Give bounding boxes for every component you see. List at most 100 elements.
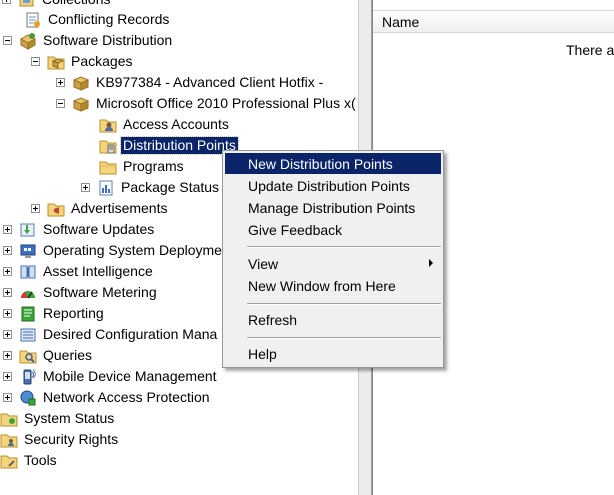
reporting-icon	[19, 305, 37, 323]
tree-item-software-metering[interactable]: Software Metering	[3, 282, 159, 303]
collections-icon	[18, 0, 36, 9]
conflict-icon	[24, 11, 42, 29]
expand-icon[interactable]	[2, 0, 11, 4]
tree-item-label: Programs	[123, 158, 184, 174]
network-access-icon	[19, 389, 37, 407]
tree-item-queries[interactable]: Queries	[3, 345, 94, 366]
tree-item-label: Reporting	[43, 305, 104, 321]
tree-item-programs[interactable]: Programs	[99, 156, 186, 177]
tree-item-label: Access Accounts	[123, 116, 229, 132]
access-accounts-icon	[99, 116, 117, 134]
tree-item-label: Operating System Deployme	[43, 242, 222, 258]
tree-item-tools[interactable]: Tools	[0, 450, 59, 471]
package-icon	[72, 95, 90, 113]
expand-icon[interactable]	[3, 372, 12, 381]
system-status-icon	[0, 410, 18, 428]
collapse-icon[interactable]	[31, 57, 40, 66]
tree-item-mobile-device[interactable]: Mobile Device Management	[3, 366, 219, 387]
queries-icon	[19, 347, 37, 365]
software-updates-icon	[19, 221, 37, 239]
tree-item-label: Tools	[24, 452, 57, 468]
context-menu: New Distribution Points Update Distribut…	[222, 150, 444, 368]
tools-icon	[0, 452, 18, 470]
column-header-label: Name	[382, 14, 420, 30]
tree-item-security-rights[interactable]: Security Rights	[0, 429, 120, 450]
tree-item-conflicting-records[interactable]: Conflicting Records	[24, 9, 171, 30]
package-status-icon	[97, 179, 115, 197]
desired-configuration-icon	[19, 326, 37, 344]
tree-item-access-accounts[interactable]: Access Accounts	[99, 114, 231, 135]
expand-icon[interactable]	[56, 78, 65, 87]
tree-item-label: Network Access Protection	[43, 389, 210, 405]
tree-item-system-status[interactable]: System Status	[0, 408, 116, 429]
menu-item-view[interactable]: View	[225, 253, 441, 274]
tree-item-label: Collections	[40, 0, 112, 8]
menu-separator	[247, 246, 441, 248]
menu-item-new-window-from-here[interactable]: New Window from Here	[225, 275, 441, 296]
asset-intelligence-icon	[19, 263, 37, 281]
expand-icon[interactable]	[3, 225, 12, 234]
tree-item-label: Software Distribution	[43, 32, 173, 48]
tree-item-label: Queries	[43, 347, 93, 363]
menu-separator	[247, 303, 441, 305]
expand-icon[interactable]	[3, 330, 12, 339]
tree-item-label: Desired Configuration Mana	[43, 326, 218, 342]
advertisements-icon	[47, 200, 65, 218]
menu-item-give-feedback[interactable]: Give Feedback	[225, 219, 441, 240]
packages-folder-icon	[47, 53, 65, 71]
tree-item-label: Software Updates	[43, 221, 155, 237]
expand-icon[interactable]	[3, 246, 12, 255]
package-icon	[72, 74, 90, 92]
software-metering-icon	[19, 284, 37, 302]
collapse-icon[interactable]	[3, 36, 12, 45]
tree-item-label: Packages	[71, 53, 133, 69]
menu-separator	[247, 337, 441, 339]
menu-item-refresh[interactable]: Refresh	[225, 309, 441, 330]
submenu-arrow-icon	[429, 259, 433, 267]
tree-item-label: Mobile Device Management	[43, 368, 217, 384]
tree-item-packages[interactable]: Packages	[31, 51, 134, 72]
tree-item-label: Security Rights	[24, 431, 119, 447]
tree-item-advertisements[interactable]: Advertisements	[31, 198, 169, 219]
tree-item-label: Asset Intelligence	[43, 263, 153, 279]
tree-item-desired-configuration[interactable]: Desired Configuration Mana	[3, 324, 219, 345]
tree-item-network-access[interactable]: Network Access Protection	[3, 387, 212, 408]
tree-item-label: Distribution Points	[120, 136, 239, 155]
tree-item-label: Conflicting Records	[48, 11, 170, 27]
folder-icon	[99, 158, 117, 176]
menu-item-new-distribution-points[interactable]: New Distribution Points	[225, 153, 441, 174]
tree-item-label: System Status	[24, 410, 115, 426]
tree-item-office-2010[interactable]: Microsoft Office 2010 Professional Plus …	[56, 93, 358, 114]
tree-item-label: Package Status	[121, 179, 220, 195]
menu-item-update-distribution-points[interactable]: Update Distribution Points	[225, 175, 441, 196]
expand-icon[interactable]	[3, 309, 12, 318]
menu-item-manage-distribution-points[interactable]: Manage Distribution Points	[225, 197, 441, 218]
tree-item-label: Software Metering	[43, 284, 157, 300]
expand-icon[interactable]	[81, 183, 90, 192]
menu-item-help[interactable]: Help	[225, 343, 441, 364]
tree-item-reporting[interactable]: Reporting	[3, 303, 106, 324]
tree-item-label: Microsoft Office 2010 Professional Plus …	[96, 95, 356, 111]
tree-item-label: Advertisements	[71, 200, 168, 216]
tree-item-kb977384[interactable]: KB977384 - Advanced Client Hotfix -	[56, 72, 325, 93]
expand-icon[interactable]	[3, 393, 12, 402]
expand-icon[interactable]	[3, 267, 12, 276]
tree-item-asset-intelligence[interactable]: Asset Intelligence	[3, 261, 155, 282]
expand-icon[interactable]	[3, 288, 12, 297]
collapse-icon[interactable]	[56, 99, 65, 108]
expand-icon[interactable]	[3, 351, 12, 360]
tree-item-os-deployment[interactable]: Operating System Deployme	[3, 240, 224, 261]
expand-icon[interactable]	[31, 204, 40, 213]
tree-item-software-distribution[interactable]: Software Distribution	[3, 30, 174, 51]
tree-item-label: KB977384 - Advanced Client Hotfix -	[96, 74, 324, 90]
security-rights-icon	[0, 431, 18, 449]
os-deployment-icon	[19, 242, 37, 260]
tree-item-software-updates[interactable]: Software Updates	[3, 219, 156, 240]
tree-item-package-status[interactable]: Package Status	[81, 177, 221, 198]
tree-item-distribution-points[interactable]: Distribution Points	[99, 135, 239, 156]
software-distribution-icon	[19, 32, 37, 50]
distribution-points-icon	[99, 137, 117, 155]
empty-message: There a	[566, 42, 614, 58]
column-header-name[interactable]: Name	[373, 11, 614, 33]
mobile-device-icon	[19, 368, 37, 386]
